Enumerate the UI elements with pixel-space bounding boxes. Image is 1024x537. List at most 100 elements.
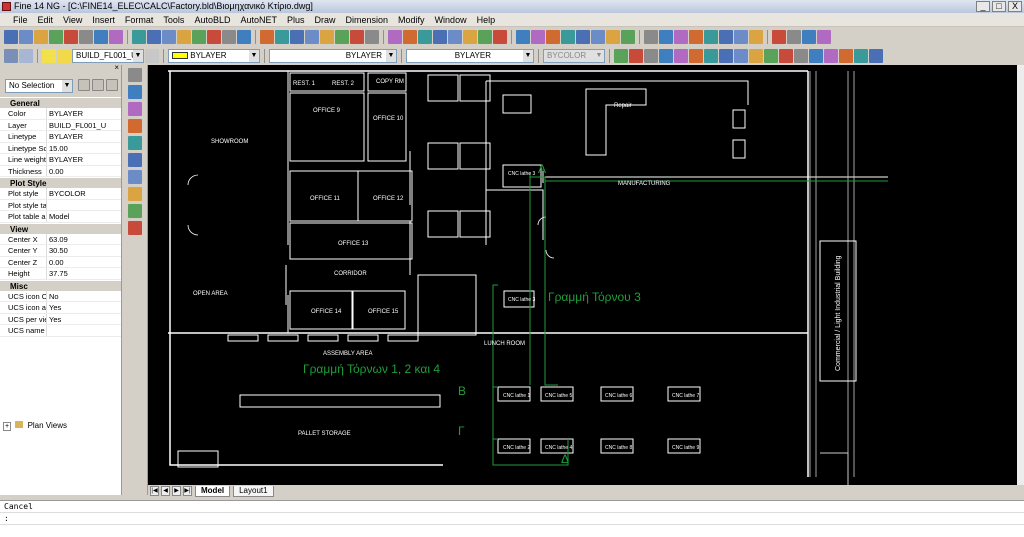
toolbar-tool-icon[interactable]: [448, 29, 462, 44]
close-button[interactable]: X: [1008, 1, 1022, 12]
maximize-button[interactable]: □: [992, 1, 1006, 12]
toolbar-tool-icon[interactable]: [320, 29, 334, 44]
draw-tool-icon[interactable]: [127, 204, 142, 218]
toolbar-tool-icon[interactable]: [576, 29, 590, 44]
draw-tool-icon[interactable]: [127, 221, 142, 235]
toolbar-tool-icon[interactable]: [659, 29, 673, 44]
toolbar-tool-icon[interactable]: [207, 29, 221, 44]
property-row[interactable]: Color BYLAYER: [0, 108, 121, 120]
toolbar-tool-icon[interactable]: [719, 29, 733, 44]
toolbar-tool-icon[interactable]: [854, 48, 868, 63]
property-row[interactable]: Line weight BYLAYER: [0, 154, 121, 166]
toolbar-tool-icon[interactable]: [531, 29, 545, 44]
prev-tab-icon[interactable]: ◀: [161, 486, 170, 496]
toolbar-tool-icon[interactable]: [704, 29, 718, 44]
toolbar-tool-icon[interactable]: [290, 29, 304, 44]
draw-tool-icon[interactable]: [127, 170, 142, 184]
section-header[interactable]: General: [0, 97, 121, 108]
toolbar-tool-icon[interactable]: [734, 48, 748, 63]
toolbar-tool-icon[interactable]: [222, 29, 236, 44]
make-current-icon[interactable]: [145, 48, 159, 63]
property-row[interactable]: Plot style ta...: [0, 199, 121, 211]
toolbar-tool-icon[interactable]: [644, 29, 658, 44]
color-dropdown[interactable]: BYLAYER ▼: [168, 48, 260, 63]
layer-dropdown[interactable]: BUILD_FL001_US ▼: [72, 48, 144, 63]
bulb-icon[interactable]: [42, 48, 56, 63]
menu-view[interactable]: View: [58, 15, 87, 25]
toolbar-tool-icon[interactable]: [787, 29, 801, 44]
toolbar-tool-icon[interactable]: [689, 29, 703, 44]
toolbar-tool-icon[interactable]: [19, 29, 33, 44]
plan-views-tree[interactable]: + Plan Views: [3, 420, 119, 432]
toolbar-tool-icon[interactable]: [305, 29, 319, 44]
toolbar-tool-icon[interactable]: [606, 29, 620, 44]
section-header[interactable]: Misc: [0, 279, 121, 291]
toolbar-tool-icon[interactable]: [79, 29, 93, 44]
property-row[interactable]: UCS icon OnNo: [0, 290, 121, 302]
toolbar-tool-icon[interactable]: [772, 29, 786, 44]
property-row[interactable]: Center Z 0.00: [0, 256, 121, 268]
first-tab-icon[interactable]: |◀: [150, 486, 159, 496]
toolbar-tool-icon[interactable]: [591, 29, 605, 44]
toolbar-tool-icon[interactable]: [463, 29, 477, 44]
draw-tool-icon[interactable]: [127, 136, 142, 150]
toolbar-tool-icon[interactable]: [749, 48, 763, 63]
toolbar-tool-icon[interactable]: [674, 29, 688, 44]
section-header[interactable]: View: [0, 222, 121, 234]
toolbar-tool-icon[interactable]: [192, 29, 206, 44]
toolbar-tool-icon[interactable]: [34, 29, 48, 44]
command-area[interactable]: Cancel :: [0, 500, 1024, 537]
menu-autonet[interactable]: AutoNET: [235, 15, 282, 25]
toolbar-tool-icon[interactable]: [869, 48, 883, 63]
property-row[interactable]: Height 37.75: [0, 268, 121, 280]
expand-icon[interactable]: +: [3, 422, 12, 431]
toolbar-tool-icon[interactable]: [516, 29, 530, 44]
toolbar-tool-icon[interactable]: [689, 48, 703, 63]
toolbar-tool-icon[interactable]: [734, 29, 748, 44]
quick-select-icon[interactable]: [106, 79, 118, 91]
property-row[interactable]: Thickness 0.00: [0, 165, 121, 177]
layer-state-icon[interactable]: [19, 48, 33, 63]
toolbar-tool-icon[interactable]: [132, 29, 146, 44]
toolbar-tool-icon[interactable]: [802, 29, 816, 44]
next-tab-icon[interactable]: ▶: [172, 486, 181, 496]
toolbar-tool-icon[interactable]: [561, 29, 575, 44]
toolbar-tool-icon[interactable]: [644, 48, 658, 63]
toolbar-tool-icon[interactable]: [260, 29, 274, 44]
tab-layout1[interactable]: Layout1: [233, 485, 274, 497]
sun-icon[interactable]: [57, 48, 71, 63]
drawing-canvas[interactable]: SHOWROOM OFFICE 9 OFFICE 10 OFFICE 11 OF…: [148, 65, 1017, 485]
section-header[interactable]: Plot Style: [0, 177, 121, 188]
toolbar-tool-icon[interactable]: [817, 29, 831, 44]
menu-autobld[interactable]: AutoBLD: [189, 15, 235, 25]
toolbar-tool-icon[interactable]: [237, 29, 251, 44]
toolbar-tool-icon[interactable]: [546, 29, 560, 44]
toolbar-tool-icon[interactable]: [478, 29, 492, 44]
toolbar-tool-icon[interactable]: [350, 29, 364, 44]
toolbar-tool-icon[interactable]: [418, 29, 432, 44]
toolbar-tool-icon[interactable]: [388, 29, 402, 44]
command-prompt[interactable]: :: [0, 513, 1024, 525]
toolbar-tool-icon[interactable]: [629, 48, 643, 63]
property-row[interactable]: Plot table a...Model: [0, 211, 121, 223]
draw-tool-icon[interactable]: [127, 187, 142, 201]
toolbar-tool-icon[interactable]: [94, 29, 108, 44]
select-objects-icon[interactable]: [92, 79, 104, 91]
menu-draw[interactable]: Draw: [310, 15, 341, 25]
toolbar-tool-icon[interactable]: [49, 29, 63, 44]
toolbar-tool-icon[interactable]: [4, 29, 18, 44]
toolbar-tool-icon[interactable]: [764, 48, 778, 63]
property-row[interactable]: Linetype Scale15.00: [0, 142, 121, 154]
property-row[interactable]: UCS per vie...Yes: [0, 313, 121, 325]
draw-tool-icon[interactable]: [127, 68, 142, 82]
menu-help[interactable]: Help: [472, 15, 501, 25]
toolbar-tool-icon[interactable]: [824, 48, 838, 63]
toolbar-tool-icon[interactable]: [493, 29, 507, 44]
menu-format[interactable]: Format: [120, 15, 159, 25]
menu-dimension[interactable]: Dimension: [341, 15, 394, 25]
toolbar-tool-icon[interactable]: [275, 29, 289, 44]
toolbar-tool-icon[interactable]: [659, 48, 673, 63]
menu-file[interactable]: File: [8, 15, 33, 25]
property-row[interactable]: UCS icon at...Yes: [0, 302, 121, 314]
toolbar-tool-icon[interactable]: [403, 29, 417, 44]
